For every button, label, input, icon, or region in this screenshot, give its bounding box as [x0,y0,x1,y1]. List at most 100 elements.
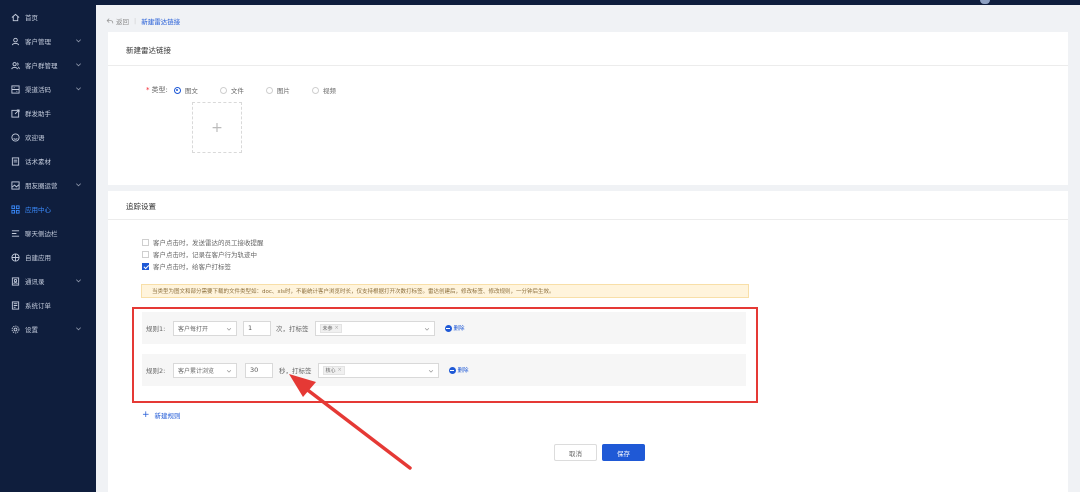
sidebar-item-orders[interactable]: 系统订单 [0,293,96,317]
tag-chip: 未参 × [319,323,342,333]
main-content: 返回 | 新建雷达链接 新建雷达链接 * 类型: 图文 文件 图片 视频 + 追… [96,5,1080,492]
tag-remove-icon[interactable]: × [338,367,342,373]
minus-circle-icon [448,366,456,374]
delete-label: 删除 [457,368,469,374]
tag-text: 核心 [325,367,336,374]
sidebar-item-label: 朋友圈运营 [25,182,58,190]
radio-type-file[interactable]: 文件 [219,85,244,95]
radio-type-article[interactable]: 图文 [173,85,198,95]
smile-icon [11,132,20,142]
radio-dot [265,86,273,94]
tracking-settings-card: 追踪设置 客户点击时，发送雷达的员工接收提醒 客户点击时，记录在客户行为轨迹中 … [108,191,1068,492]
users-icon [11,61,20,70]
rule-row: 规则2: 客户累计浏览 30 秒，打标签 核心 × 删除 [142,354,746,386]
rule-unit-text: 次，打标签 [276,325,309,333]
rule-row: 规则1: 客户每打开 1 次，打标签 未参 × 删除 [142,312,746,344]
order-icon [11,300,20,310]
sidebar-item-chat-sidebar[interactable]: 聊天侧边栏 [0,221,96,245]
checkbox-box [142,262,149,270]
sidebar-item-label: 设置 [25,326,38,334]
rule-value-input[interactable]: 1 [243,320,271,336]
send-icon [11,108,20,118]
add-rule-button[interactable]: + 新建规则 [142,410,181,420]
delete-rule-button[interactable]: 删除 [448,366,469,374]
sidebar-item-label: 客户群管理 [25,62,58,70]
delete-rule-button[interactable]: 删除 [444,324,465,332]
sidebar-item-settings[interactable]: 设置 [0,317,96,341]
gear-icon [11,325,20,334]
chevron-down-icon [76,63,81,67]
home-icon [11,13,20,22]
sidebar-item-label: 聊天侧边栏 [25,230,58,238]
sidebar-item-customer-groups[interactable]: 客户群管理 [0,53,96,77]
sidebar-item-moments[interactable]: 朋友圈运营 [0,173,96,197]
cancel-button[interactable]: 取消 [554,444,597,461]
sidebar-item-customers[interactable]: 客户管理 [0,29,96,53]
sidebar-item-label: 首页 [25,14,38,22]
notice-banner: 当类型为图文和部分需要下载的文件类型如：doc、xls时，不能统计客户浏览时长，… [141,284,749,298]
checkbox-record-trail[interactable]: 客户点击时，记录在客户行为轨迹中 [142,248,264,260]
breadcrumb: 返回 | 新建雷达链接 [106,15,180,27]
card-title: 新建雷达链接 [126,46,171,55]
cube-icon [11,252,20,262]
image-icon [11,180,20,190]
sidebar-item-welcome[interactable]: 欢迎语 [0,125,96,149]
delete-label: 删除 [453,326,465,332]
sidebar-item-label: 欢迎语 [25,134,45,142]
tag-chip: 核心 × [322,365,345,375]
breadcrumb-back[interactable]: 返回 [116,16,129,26]
back-arrow-icon[interactable] [106,17,114,25]
sidebar-item-label: 系统订单 [25,302,51,310]
radio-type-video[interactable]: 视频 [311,85,336,95]
sidebar-item-scripts[interactable]: 话术素材 [0,149,96,173]
required-mark: * [146,86,150,94]
sidebar-icon [11,229,20,238]
card-title: 追踪设置 [126,202,156,211]
rule-value-input[interactable]: 30 [245,362,273,378]
avatar[interactable] [980,0,990,4]
sidebar-item-label: 自建应用 [25,254,51,262]
radio-type-image[interactable]: 图片 [265,85,290,95]
rule-condition-select[interactable]: 客户每打开 [173,320,237,336]
checkbox-tag-customer[interactable]: 客户点击时，给客户打标签 [142,260,264,272]
divider [108,219,1068,220]
rule-tag-select[interactable]: 核心 × [317,362,439,378]
checkbox-box [142,238,149,246]
breadcrumb-current: 新建雷达链接 [141,18,181,26]
checkbox-box [142,250,149,258]
chevron-down-icon [76,327,81,331]
chevron-down-icon [424,327,429,331]
sidebar-item-custom-apps[interactable]: 自建应用 [0,245,96,269]
tracking-options: 客户点击时，发送雷达的员工接收提醒 客户点击时，记录在客户行为轨迹中 客户点击时… [142,236,264,272]
rule-tag-select[interactable]: 未参 × [314,320,435,336]
sidebar-item-home[interactable]: 首页 [0,5,96,29]
sidebar-item-label: 应用中心 [25,206,51,214]
radar-link-card: 新建雷达链接 * 类型: 图文 文件 图片 视频 + [108,32,1068,185]
plus-icon: + [142,410,150,420]
sidebar-item-channel-codes[interactable]: 渠道活码 [0,77,96,101]
radio-dot [173,86,181,94]
qrcode-icon [11,84,20,94]
rule-unit-text: 秒，打标签 [279,367,312,375]
breadcrumb-separator: | [134,17,137,25]
contacts-icon [11,276,20,286]
user-icon [11,37,20,46]
checkbox-label: 客户点击时，发送雷达的员工接收提醒 [153,239,264,247]
radio-label: 文件 [230,87,244,95]
upload-button[interactable]: + [192,102,242,153]
sidebar-item-label: 群发助手 [25,110,51,118]
sidebar-item-contacts[interactable]: 通讯录 [0,269,96,293]
checkbox-notify-staff[interactable]: 客户点击时，发送雷达的员工接收提醒 [142,236,264,248]
rules-highlight-box: 规则1: 客户每打开 1 次，打标签 未参 × 删除 规则2: 客户累计浏览 3… [132,307,758,403]
save-button[interactable]: 保存 [602,444,645,461]
minus-circle-icon [444,324,452,332]
rule-condition-select[interactable]: 客户累计浏览 [173,362,237,378]
sidebar-item-app-center[interactable]: 应用中心 [0,197,96,221]
tag-remove-icon[interactable]: × [335,325,339,331]
rule-label: 规则1: [146,325,166,333]
sidebar-item-broadcast[interactable]: 群发助手 [0,101,96,125]
divider [108,65,1068,66]
chevron-down-icon [76,39,81,43]
chevron-down-icon [428,369,433,373]
radio-dot [311,86,319,94]
